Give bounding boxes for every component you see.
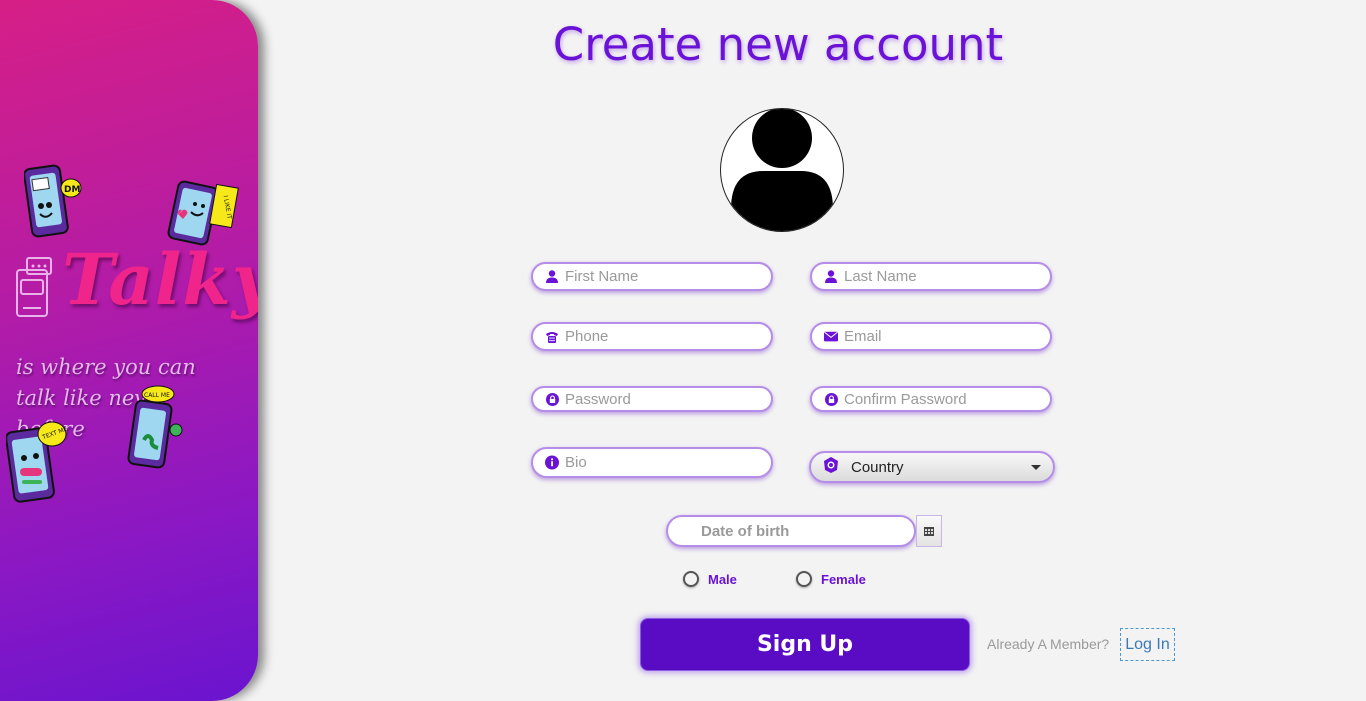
bio-input[interactable] <box>563 453 771 472</box>
phone-call-sticker-icon: CALL ME <box>127 385 183 469</box>
sign-up-button[interactable]: Sign Up <box>640 618 970 671</box>
email-input[interactable] <box>842 327 1050 346</box>
password-field[interactable] <box>531 386 773 412</box>
gender-female-label: Female <box>821 571 866 587</box>
brand-panel: DM I LIKE IT Talky is where you can talk… <box>0 0 258 701</box>
country-select-value: Country <box>851 458 904 476</box>
chevron-down-icon <box>1031 464 1041 470</box>
already-member-text: Already A Member? <box>987 636 1110 652</box>
phone-input[interactable] <box>563 327 771 346</box>
lock-icon <box>545 392 559 406</box>
radio-circle-icon[interactable] <box>796 571 812 587</box>
gender-female-radio[interactable]: Female <box>796 571 866 587</box>
first-name-input[interactable] <box>563 267 771 286</box>
gender-male-radio[interactable]: Male <box>683 571 737 587</box>
confirm-password-input[interactable] <box>842 389 1050 409</box>
date-of-birth-field[interactable] <box>666 515 916 547</box>
email-field[interactable] <box>810 322 1052 351</box>
user-avatar-icon <box>731 109 833 231</box>
calendar-button[interactable] <box>916 515 942 547</box>
confirm-password-field[interactable] <box>810 386 1052 412</box>
phone-field[interactable] <box>531 322 773 351</box>
phone-icon <box>545 330 559 344</box>
password-input[interactable] <box>563 389 771 409</box>
log-in-link[interactable]: Log In <box>1120 628 1175 661</box>
first-name-field[interactable] <box>531 262 773 291</box>
date-of-birth-input[interactable] <box>699 521 903 541</box>
sticker-dm-text: DM <box>64 185 80 195</box>
envelope-icon <box>824 330 838 344</box>
calendar-icon <box>924 526 934 536</box>
radio-circle-icon[interactable] <box>683 571 699 587</box>
page-title: Create new account <box>552 18 1004 71</box>
phone-text-sticker-icon: TEXT ME <box>6 421 69 503</box>
phone-dm-sticker-icon: DM <box>24 164 82 238</box>
chat-logo-icon <box>16 257 52 317</box>
globe-icon <box>823 456 839 478</box>
bio-field[interactable] <box>531 447 773 478</box>
info-icon <box>545 455 559 470</box>
brand-logo: Talky <box>62 238 258 321</box>
profile-picture-button[interactable] <box>720 108 844 232</box>
user-icon <box>545 270 559 284</box>
user-icon <box>824 270 838 284</box>
sticker-call-text: CALL ME <box>144 392 170 399</box>
lock-icon <box>824 392 838 406</box>
country-select[interactable]: Country <box>809 451 1055 483</box>
last-name-field[interactable] <box>810 262 1052 291</box>
last-name-input[interactable] <box>842 267 1050 286</box>
gender-male-label: Male <box>708 571 737 587</box>
